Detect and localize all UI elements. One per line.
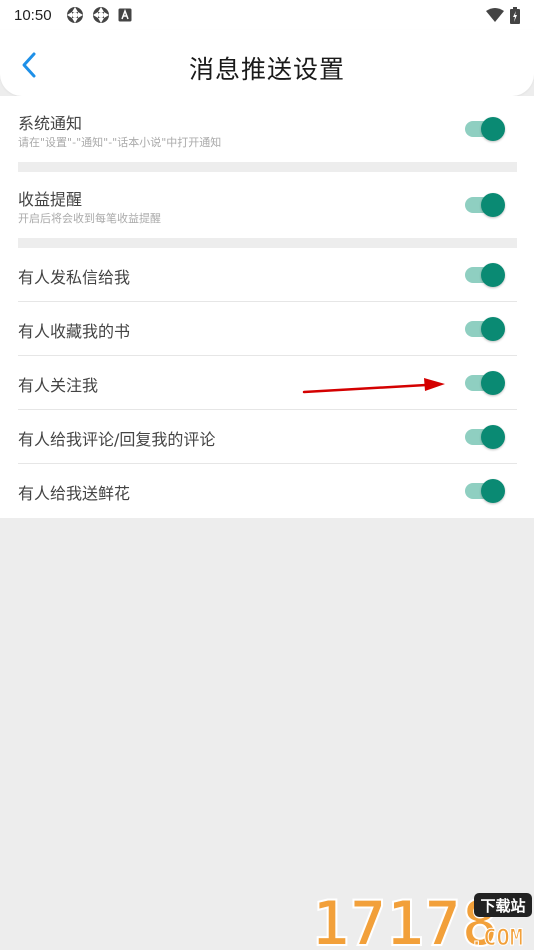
- status-icons-left: [66, 6, 132, 24]
- wifi-icon: [486, 8, 504, 22]
- watermark-badge: 下载站: [480, 897, 525, 915]
- toggle-knob: [481, 316, 505, 341]
- setting-title: 有人收藏我的书: [18, 322, 131, 341]
- toggle-knob: [481, 193, 505, 217]
- status-icons-right: [486, 6, 520, 24]
- status-bar: 10:50: [0, 0, 534, 30]
- earnings-reminder-toggle[interactable]: [465, 193, 505, 217]
- app-notification-icon: [118, 8, 132, 22]
- setting-row-comment-reply: 有人给我评论/回复我的评论: [18, 410, 517, 464]
- setting-title: 系统通知: [18, 114, 83, 133]
- system-notice-toggle[interactable]: [465, 117, 505, 141]
- settings-list: 系统通知 请在"设置"-"通知"-"话本小说"中打开通知 收益提醒 开启后将会收…: [0, 96, 534, 518]
- sync-icon: [66, 7, 83, 23]
- section-gap: [18, 162, 517, 172]
- flowers-toggle[interactable]: [465, 479, 505, 503]
- setting-subtitle: 请在"设置"-"通知"-"话本小说"中打开通知: [18, 136, 222, 149]
- setting-title: 有人给我评论/回复我的评论: [18, 430, 216, 449]
- section-gap: [18, 238, 517, 248]
- setting-subtitle: 开启后将会收到每笔收益提醒: [18, 212, 161, 225]
- red-arrow-icon: [302, 378, 445, 394]
- page-title: 消息推送设置: [188, 55, 345, 84]
- comment-reply-toggle[interactable]: [465, 424, 505, 449]
- battery-icon: [510, 6, 520, 24]
- status-time: 10:50: [14, 6, 52, 24]
- setting-row-book-favorited: 有人收藏我的书: [18, 302, 517, 356]
- sync-icon: [92, 7, 109, 23]
- toggle-knob: [481, 262, 505, 287]
- watermark-graphic: 17178 下载站 .COM: [311, 886, 532, 950]
- setting-row-flowers: 有人给我送鲜花: [18, 464, 517, 518]
- screen: 10:50 消息推送设置 系统通知 请在"设置"-"通知"-"话本小说"中打开通…: [0, 0, 534, 950]
- book-favorited-toggle[interactable]: [465, 316, 505, 341]
- setting-row-earnings-reminder: 收益提醒 开启后将会收到每笔收益提醒: [18, 172, 517, 238]
- setting-row-private-message: 有人发私信给我: [18, 248, 517, 302]
- setting-title: 收益提醒: [18, 190, 83, 209]
- setting-row-system-notice: 系统通知 请在"设置"-"通知"-"话本小说"中打开通知: [18, 96, 517, 162]
- setting-title: 有人发私信给我: [18, 268, 131, 287]
- header: 消息推送设置: [0, 30, 534, 96]
- toggle-knob: [481, 479, 505, 503]
- setting-title: 有人关注我: [18, 376, 99, 395]
- watermark-domain: .COM: [470, 926, 523, 950]
- followed-toggle[interactable]: [465, 370, 505, 395]
- toggle-knob: [481, 117, 505, 141]
- toggle-knob: [481, 424, 505, 449]
- toggle-knob: [481, 370, 505, 395]
- private-message-toggle[interactable]: [465, 262, 505, 287]
- setting-title: 有人给我送鲜花: [18, 484, 131, 503]
- watermark-logo: 17178 下载站 .COM: [310, 886, 534, 950]
